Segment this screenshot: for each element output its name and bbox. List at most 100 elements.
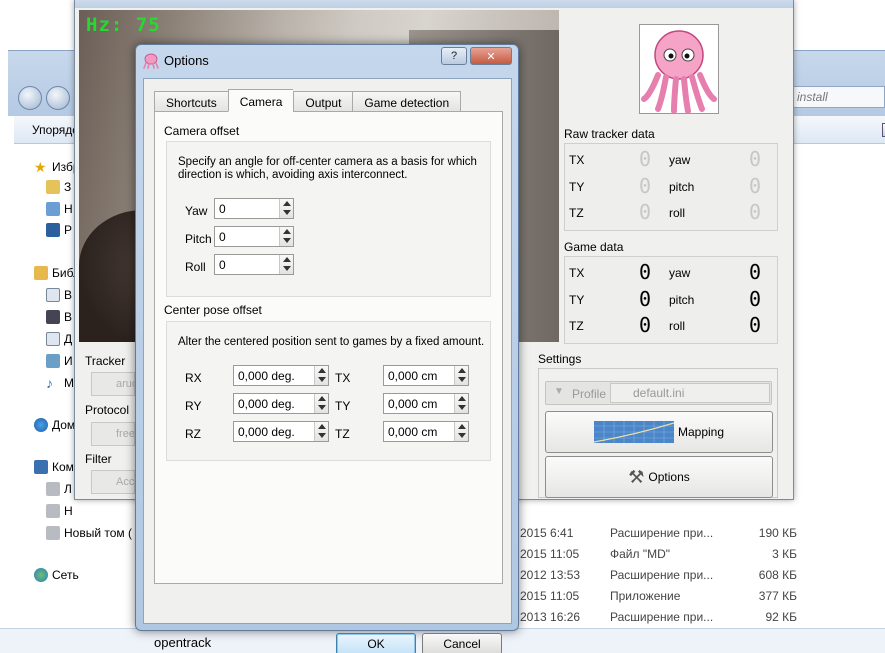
camera-offset-title: Camera offset	[164, 124, 240, 138]
raw-tracker-title: Raw tracker data	[564, 127, 655, 141]
spin-arrows-icon[interactable]	[314, 422, 328, 441]
options-dialog: Options ? ✕ Shortcuts Camera Output Game…	[135, 44, 519, 653]
lcd-raw-pitch: 0	[749, 174, 762, 198]
rx-spinbox[interactable]: 0,000 deg.	[233, 365, 329, 386]
octopus-logo-icon	[639, 24, 719, 114]
spin-arrows-icon[interactable]	[279, 255, 293, 274]
tree-item[interactable]: Н	[46, 502, 73, 520]
star-icon: ★	[34, 159, 47, 175]
tab-camera[interactable]: Camera	[227, 89, 294, 112]
tab-game-detection[interactable]: Game detection	[352, 91, 462, 112]
roll-label: Roll	[185, 260, 206, 274]
tracker-combo[interactable]: aruco	[91, 372, 135, 396]
file-row[interactable]: 2013 16:26 Расширение при... 92 КБ	[520, 607, 885, 628]
profile-combo[interactable]: default.ini	[610, 383, 770, 403]
file-row[interactable]: 2012 13:53 Расширение при... 608 КБ	[520, 565, 885, 586]
tree-item-network[interactable]: Сеть	[34, 566, 79, 584]
tree-item[interactable]: Новый том (	[46, 524, 132, 542]
spin-arrows-icon[interactable]	[454, 366, 468, 385]
lcd-game-ty: 0	[639, 287, 652, 311]
lcd-raw-tx: 0	[639, 147, 652, 171]
monitor-icon	[46, 223, 60, 237]
ry-label: RY	[185, 399, 202, 413]
profile-row[interactable]: ▼ Profile default.ini	[545, 381, 772, 405]
main-titlebar	[75, 0, 793, 8]
tree-item[interactable]: В	[46, 286, 72, 304]
drive-icon	[46, 504, 60, 518]
yaw-spinbox[interactable]: 0	[214, 198, 294, 219]
lcd-game-tz: 0	[639, 313, 652, 337]
camera-tab-page: Camera offset Specify an angle for off-c…	[154, 111, 503, 584]
rz-spinbox[interactable]: 0,000 deg.	[233, 421, 329, 442]
file-row[interactable]: 2015 6:41 Расширение при... 190 КБ	[520, 523, 885, 544]
camera-offset-desc-1: Specify an angle for off-center camera a…	[178, 156, 477, 168]
center-pose-desc: Alter the centered position sent to game…	[178, 336, 485, 348]
search-input[interactable]: install	[790, 86, 885, 108]
roll-spinbox[interactable]: 0	[214, 254, 294, 275]
rx-label: RX	[185, 371, 202, 385]
drive-icon	[46, 482, 60, 496]
document-icon	[46, 332, 60, 346]
mapping-curve-icon	[593, 421, 674, 443]
filter-label: Filter	[85, 452, 112, 466]
tree-item[interactable]: З	[46, 178, 71, 196]
ty-spinbox[interactable]: 0,000 cm	[383, 393, 469, 414]
library-icon	[34, 266, 48, 280]
game-data-box: TX 0 yaw 0 TY 0 pitch 0 TZ 0 roll 0	[564, 256, 778, 344]
tree-item[interactable]: В	[46, 308, 72, 326]
tab-shortcuts[interactable]: Shortcuts	[154, 91, 228, 112]
tx-spinbox[interactable]: 0,000 cm	[383, 365, 469, 386]
tree-item[interactable]: Д	[46, 330, 72, 348]
spin-arrows-icon[interactable]	[314, 366, 328, 385]
file-row[interactable]: 2015 11:05 Приложение 377 КБ	[520, 586, 885, 607]
spin-arrows-icon[interactable]	[454, 422, 468, 441]
forward-button[interactable]	[46, 86, 70, 110]
mapping-button[interactable]: Mapping	[545, 411, 773, 453]
lcd-raw-ty: 0	[639, 174, 652, 198]
octopus-icon	[143, 53, 159, 69]
chevron-down-icon: ▼	[554, 386, 564, 397]
game-data-title: Game data	[564, 240, 624, 254]
filter-combo[interactable]: Accela	[91, 470, 135, 494]
ry-spinbox[interactable]: 0,000 deg.	[233, 393, 329, 414]
lcd-raw-tz: 0	[639, 200, 652, 224]
ok-button[interactable]: OK	[336, 633, 416, 653]
folder-icon	[46, 180, 60, 194]
main-divider	[518, 346, 532, 496]
desktop-icon	[46, 202, 60, 216]
tree-item[interactable]: Р	[46, 221, 72, 239]
spin-arrows-icon[interactable]	[279, 227, 293, 246]
tree-item[interactable]: И	[46, 352, 73, 370]
lcd-raw-roll: 0	[749, 200, 762, 224]
protocol-combo[interactable]: freetrack	[91, 422, 135, 446]
center-pose-title: Center pose offset	[164, 303, 262, 317]
spin-arrows-icon[interactable]	[279, 199, 293, 218]
tracker-label: Tracker	[85, 354, 126, 368]
tree-item[interactable]: Л	[46, 480, 72, 498]
drive-icon	[46, 526, 60, 540]
tz-spinbox[interactable]: 0,000 cm	[383, 421, 469, 442]
document-icon	[46, 288, 60, 302]
settings-label: Settings	[538, 352, 582, 366]
back-button[interactable]	[18, 86, 42, 110]
pitch-spinbox[interactable]: 0	[214, 226, 294, 247]
protocol-label: Protocol	[85, 403, 130, 417]
computer-icon	[34, 460, 48, 474]
lcd-raw-yaw: 0	[749, 147, 762, 171]
camera-offset-desc-2: direction is which, avoiding axis interc…	[178, 169, 408, 181]
spin-arrows-icon[interactable]	[454, 394, 468, 413]
tree-item[interactable]: ♪ М	[46, 374, 74, 392]
dialog-title: Options	[164, 53, 209, 68]
center-pose-group: Alter the centered position sent to game…	[166, 321, 491, 461]
music-icon: ♪	[46, 375, 53, 391]
lcd-game-tx: 0	[639, 260, 652, 284]
tab-output[interactable]: Output	[293, 91, 353, 112]
cancel-button[interactable]: Cancel	[422, 633, 502, 653]
ty-label: TY	[335, 399, 351, 413]
help-button[interactable]: ?	[441, 47, 467, 65]
close-button[interactable]: ✕	[470, 47, 512, 65]
file-row[interactable]: 2015 11:05 Файл "MD" 3 КБ	[520, 544, 885, 565]
options-button[interactable]: ⚒ Options	[545, 456, 773, 498]
spin-arrows-icon[interactable]	[314, 394, 328, 413]
tree-item[interactable]: Н	[46, 200, 73, 218]
